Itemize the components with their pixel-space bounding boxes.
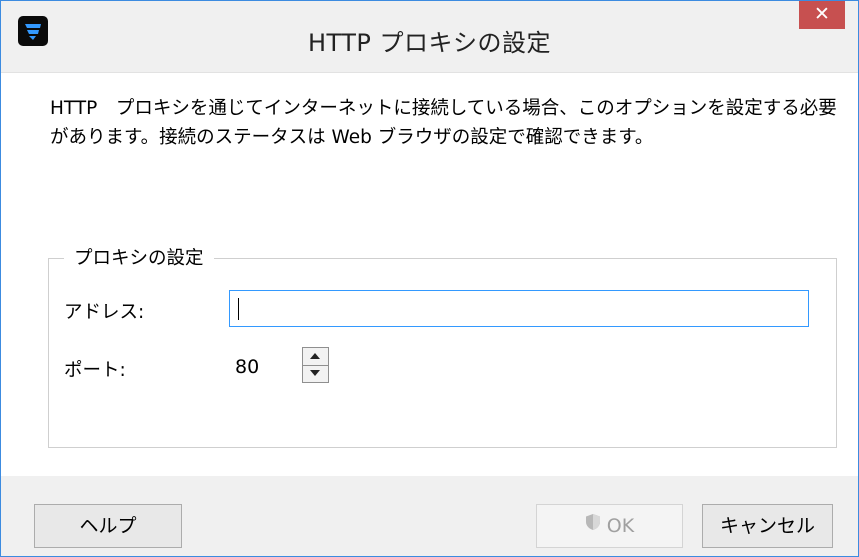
ok-button-label: OK — [606, 515, 635, 537]
address-label: アドレス: — [64, 302, 145, 323]
address-input[interactable] — [229, 290, 809, 327]
port-label: ポート: — [64, 360, 126, 381]
help-button[interactable]: ヘルプ — [34, 504, 182, 548]
proxy-settings-dialog: HTTP プロキシの設定 ✕ HTTP プロキシを通じてインターネットに接続して… — [0, 0, 859, 557]
text-cursor — [238, 298, 239, 320]
description-text: HTTP プロキシを通じてインターネットに接続している場合、このオプションを設定… — [50, 98, 837, 148]
increment-arrow-icon[interactable] — [303, 348, 328, 366]
close-button[interactable]: ✕ — [799, 1, 845, 29]
proxy-settings-group — [48, 258, 837, 448]
shield-icon — [585, 504, 601, 546]
proxy-settings-group-title: プロキシの設定 — [64, 244, 214, 270]
dialog-footer: ヘルプ OK キャンセル — [1, 476, 858, 556]
port-stepper[interactable]: 80 — [229, 346, 332, 386]
cancel-button[interactable]: キャンセル — [702, 504, 833, 548]
decrement-arrow-icon[interactable] — [303, 365, 328, 382]
title-bar[interactable]: HTTP プロキシの設定 ✕ — [1, 1, 858, 73]
port-value[interactable]: 80 — [235, 356, 259, 378]
ok-button[interactable]: OK — [536, 504, 683, 548]
port-spinner — [302, 347, 329, 383]
window-title: HTTP プロキシの設定 — [307, 29, 552, 57]
